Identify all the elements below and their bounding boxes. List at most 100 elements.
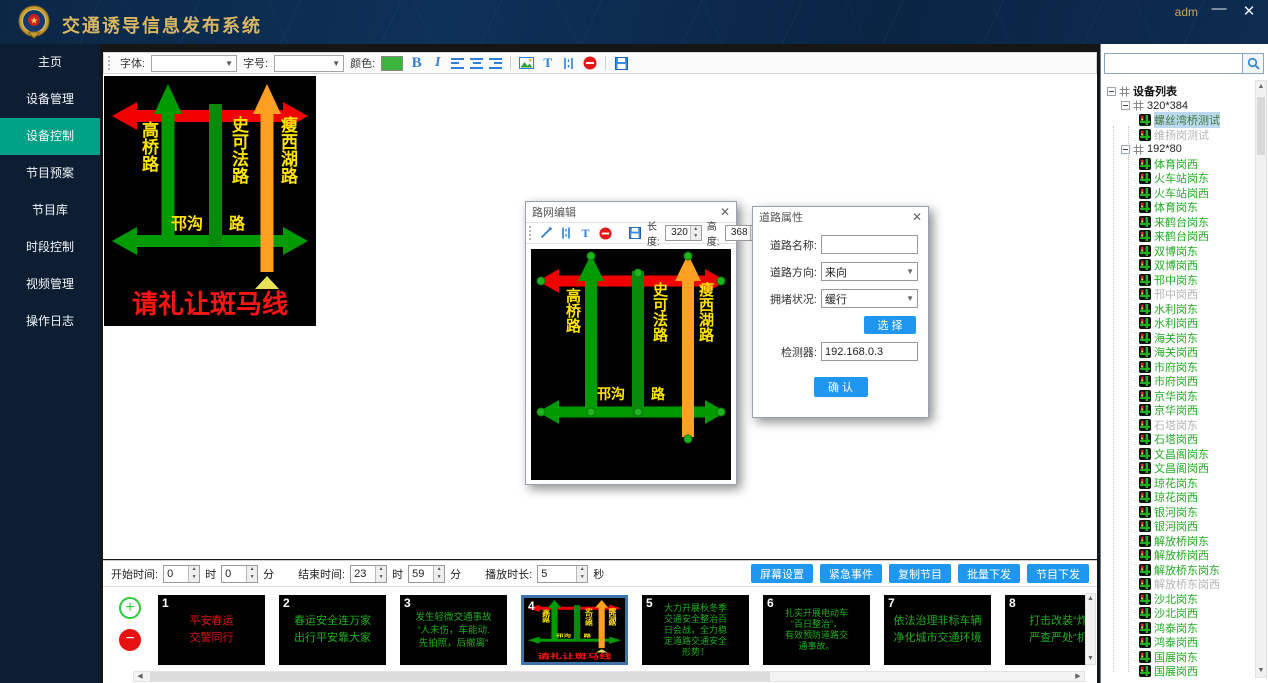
road-properties-titlebar[interactable]: 道路属性 ✕ (753, 207, 928, 227)
image-icon[interactable] (519, 57, 534, 69)
program-horizontal-scrollbar[interactable]: ◀ ▶ (133, 671, 1085, 682)
device-item[interactable]: 海关岗东 (1103, 331, 1254, 346)
device-item[interactable]: 来鹤台岗西 (1103, 229, 1254, 244)
device-item[interactable]: 解放桥东岗东 (1103, 563, 1254, 578)
device-item[interactable]: 维扬岗测试 (1103, 128, 1254, 143)
device-item[interactable]: 银河岗东 (1103, 505, 1254, 520)
road-node-handle[interactable] (717, 408, 725, 416)
device-item[interactable]: 来鹤台岗东 (1103, 215, 1254, 230)
scroll-up-icon[interactable]: ▲ (1256, 81, 1266, 93)
device-item[interactable]: 沙北岗西 (1103, 606, 1254, 621)
device-item[interactable]: 银河岗西 (1103, 519, 1254, 534)
device-item[interactable]: 京华岗东 (1103, 389, 1254, 404)
text-tool-icon[interactable]: T (578, 226, 593, 241)
program-thumbnail-8[interactable]: 打击改装“炸 严查严处“机8 (1005, 595, 1085, 665)
road-editor-canvas[interactable]: 高桥路 史可法路 瘦西湖路 邗沟 路 (531, 249, 731, 480)
scroll-up-icon[interactable]: ▲ (1086, 594, 1095, 604)
road-direction-select[interactable]: 来向▼ (821, 262, 918, 281)
size-select[interactable]: ▼ (274, 55, 344, 72)
save-icon[interactable] (627, 227, 642, 239)
scrollbar-thumb[interactable] (150, 672, 770, 681)
spin-up-icon[interactable]: ▲ (376, 566, 386, 574)
program-vertical-scrollbar[interactable]: ▲ ▼ (1085, 593, 1096, 665)
spin-down-icon[interactable]: ▼ (376, 574, 386, 582)
device-item[interactable]: 文昌阁岗西 (1103, 461, 1254, 476)
device-item[interactable]: 解放桥岗西 (1103, 548, 1254, 563)
tree-group-192*80[interactable]: 192*80 (1103, 142, 1254, 157)
road-node-handle[interactable] (634, 269, 642, 277)
spin-up-icon[interactable]: ▲ (691, 226, 701, 233)
road-properties-close-icon[interactable]: ✕ (912, 210, 922, 224)
start-minute-spinner[interactable]: 0▲▼ (221, 565, 258, 583)
detector-input[interactable] (821, 342, 918, 361)
device-item[interactable]: 解放桥岗东 (1103, 534, 1254, 549)
device-item[interactable]: 文昌阁岗东 (1103, 447, 1254, 462)
choose-button[interactable]: 选 择 (864, 316, 916, 334)
device-item[interactable]: 市府岗东 (1103, 360, 1254, 375)
spin-down-icon[interactable]: ▼ (691, 233, 701, 240)
device-item[interactable]: 火车站岗东 (1103, 171, 1254, 186)
spin-down-icon[interactable]: ▼ (189, 574, 199, 582)
end-minute-spinner[interactable]: 59▲▼ (408, 565, 445, 583)
device-item[interactable]: 鸿泰岗西 (1103, 635, 1254, 650)
device-item[interactable]: 国展岗西 (1103, 664, 1254, 679)
device-item[interactable]: 邗中岗东 (1103, 273, 1254, 288)
tree-expander-icon[interactable] (1107, 87, 1116, 96)
italic-icon[interactable]: I (430, 55, 445, 71)
device-item[interactable]: 水利岗东 (1103, 302, 1254, 317)
device-item[interactable]: 海关岗西 (1103, 345, 1254, 360)
no-entry-icon[interactable] (598, 227, 613, 240)
program-thumbnail-6[interactable]: 扎实开展电动车“百日整治”，有效预防道路交通事故。6 (763, 595, 870, 665)
device-item[interactable]: 邗中岗西 (1103, 287, 1254, 302)
road-editor-titlebar[interactable]: 路网编辑 ✕ (526, 202, 736, 222)
spin-down-icon[interactable]: ▼ (434, 574, 444, 582)
device-item[interactable]: 鸿泰岗东 (1103, 621, 1254, 636)
height-value[interactable]: 368 (726, 226, 750, 240)
road-node-handle[interactable] (587, 408, 595, 416)
end-hour-spinner[interactable]: 23▲▼ (350, 565, 387, 583)
action-button[interactable]: 节目下发 (1027, 564, 1089, 583)
add-program-button[interactable]: + (119, 597, 141, 619)
device-item[interactable]: 沙北岗东 (1103, 592, 1254, 607)
scroll-right-icon[interactable]: ▶ (1072, 672, 1084, 682)
spin-up-icon[interactable]: ▲ (189, 566, 199, 574)
sidebar-item-1[interactable]: 主页 (0, 44, 100, 81)
draw-road-icon[interactable] (538, 227, 553, 239)
duration-spinner[interactable]: 5▲▼ (537, 565, 588, 583)
start-hour-spinner[interactable]: 0▲▼ (163, 565, 200, 583)
road-node-handle[interactable] (537, 277, 545, 285)
minimize-button[interactable]: — (1208, 0, 1230, 17)
align-left-icon[interactable] (451, 58, 464, 69)
scroll-down-icon[interactable]: ▼ (1256, 665, 1266, 677)
road-node-handle[interactable] (684, 252, 692, 260)
road-tool-icon[interactable] (561, 57, 576, 70)
device-item[interactable]: 琼花岗西 (1103, 490, 1254, 505)
tree-scrollbar[interactable]: ▲ ▼ (1255, 80, 1267, 678)
device-item[interactable]: 市府岗西 (1103, 374, 1254, 389)
action-button[interactable]: 批量下发 (958, 564, 1020, 583)
tree-expander-icon[interactable] (1121, 145, 1130, 154)
sidebar-item-5[interactable]: 节目库 (0, 192, 100, 229)
scroll-left-icon[interactable]: ◀ (134, 672, 146, 682)
confirm-button[interactable]: 确 认 (814, 377, 868, 397)
device-item[interactable]: 双博岗西 (1103, 258, 1254, 273)
device-item[interactable]: 螺丝湾桥测试 (1103, 113, 1254, 128)
device-item[interactable]: 体育岗西 (1103, 157, 1254, 172)
action-button[interactable]: 紧急事件 (820, 564, 882, 583)
text-tool-icon[interactable]: T (540, 55, 555, 71)
no-entry-icon[interactable] (582, 56, 597, 70)
sidebar-item-4[interactable]: 节目预案 (0, 155, 100, 192)
save-icon[interactable] (614, 57, 629, 70)
device-item[interactable]: 石塔岗东 (1103, 418, 1254, 433)
tree-group-320*384[interactable]: 320*384 (1103, 99, 1254, 114)
bold-icon[interactable]: B (409, 55, 424, 72)
font-select[interactable]: ▼ (151, 55, 237, 72)
sidebar-item-8[interactable]: 操作日志 (0, 303, 100, 340)
device-item[interactable]: 石塔岗西 (1103, 432, 1254, 447)
spin-down-icon[interactable]: ▼ (577, 574, 587, 582)
align-center-icon[interactable] (470, 58, 483, 69)
device-item[interactable]: 解放桥东岗西 (1103, 577, 1254, 592)
road-name-input[interactable] (821, 235, 918, 254)
length-spinner[interactable]: 320 ▲▼ (665, 225, 702, 241)
sidebar-item-2[interactable]: 设备管理 (0, 81, 100, 118)
